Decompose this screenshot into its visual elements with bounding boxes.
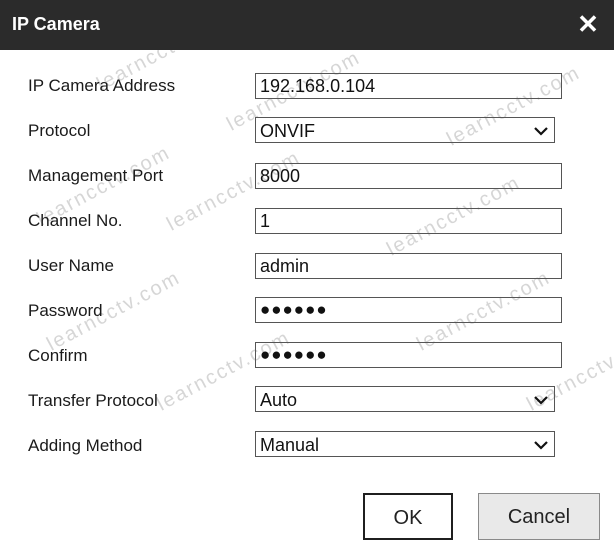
password-input[interactable]: ●●●●●●: [255, 297, 562, 323]
management-port-label: Management Port: [28, 166, 164, 185]
protocol-select[interactable]: ONVIF: [255, 117, 555, 143]
chevron-down-icon: [534, 441, 548, 450]
confirm-label: Confirm: [28, 346, 88, 365]
username-input[interactable]: admin: [255, 253, 562, 279]
close-icon[interactable]: ✕: [576, 10, 600, 38]
ok-button[interactable]: OK: [363, 493, 453, 540]
transfer-protocol-value: Auto: [260, 390, 298, 410]
ip-address-input[interactable]: 192.168.0.104: [255, 73, 562, 99]
channel-label: Channel No.: [28, 211, 123, 230]
confirm-password-input[interactable]: ●●●●●●: [255, 342, 562, 368]
adding-method-value: Manual: [260, 435, 320, 455]
ip-address-label: IP Camera Address: [28, 76, 176, 95]
chevron-down-icon: [534, 396, 548, 405]
adding-method-label: Adding Method: [28, 436, 143, 455]
management-port-input[interactable]: 8000: [255, 163, 562, 189]
chevron-down-icon: [534, 127, 548, 136]
password-label: Password: [28, 301, 103, 320]
transfer-protocol-select[interactable]: Auto: [255, 386, 555, 412]
adding-method-select[interactable]: Manual: [255, 431, 555, 457]
channel-input[interactable]: 1: [255, 208, 562, 234]
title-bar: IP Camera ✕: [0, 0, 614, 50]
cancel-button[interactable]: Cancel: [478, 493, 600, 540]
protocol-label: Protocol: [28, 121, 91, 140]
transfer-protocol-label: Transfer Protocol: [28, 391, 158, 410]
username-label: User Name: [28, 256, 114, 275]
dialog-title: IP Camera: [12, 14, 100, 34]
protocol-value: ONVIF: [260, 121, 316, 141]
